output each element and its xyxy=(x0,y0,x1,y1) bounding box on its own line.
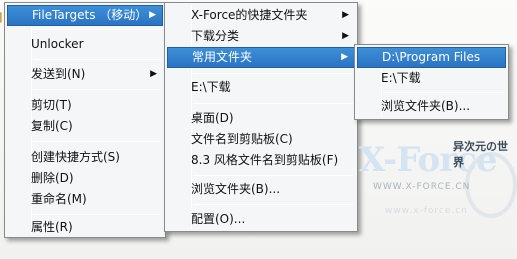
menu-separator xyxy=(193,175,353,176)
menu-separator xyxy=(33,141,161,142)
menu-separator xyxy=(193,103,353,104)
menu-item-label: 配置(O)... xyxy=(191,212,246,226)
menu-item-label: 常用文件夹 xyxy=(192,50,253,64)
menu-item-label: 浏览文件夹(B)... xyxy=(381,99,471,113)
menu-item-label: 文件名到剪贴板(C) xyxy=(191,132,293,146)
menu-item-filetargets[interactable]: FileTargets （移动） ▶ xyxy=(0,5,163,26)
menu-separator xyxy=(33,29,161,30)
menu-item-label: E:\下载 xyxy=(191,80,231,94)
unlocker-icon xyxy=(0,37,1,51)
menu-item-label: 复制(C) xyxy=(31,119,73,133)
menu-item-label: X-Force的快捷文件夹 xyxy=(191,8,308,22)
menu-item-label: 创建快捷方式(S) xyxy=(31,150,120,164)
menu-item-download-categories[interactable]: 下载分类 ▶ xyxy=(167,26,355,47)
menu-item-label: E:\下载 xyxy=(381,71,421,85)
submenu-arrow-icon: ▶ xyxy=(149,10,156,20)
menu-item-browse-folder[interactable]: 浏览文件夹(B)... xyxy=(167,179,355,200)
submenu-arrow-icon: ▶ xyxy=(150,69,157,79)
menu-item-label: 删除(D) xyxy=(31,171,74,185)
menu-item-copy[interactable]: 复制(C) xyxy=(7,116,163,137)
menu-item-filename-to-clipboard[interactable]: 文件名到剪贴板(C) xyxy=(167,129,355,150)
menu-item-xforce-folders[interactable]: X-Force的快捷文件夹 ▶ xyxy=(167,5,355,26)
menu-item-browse-folder[interactable]: 浏览文件夹(B)... xyxy=(357,96,506,117)
menu-item-label: FileTargets （移动） xyxy=(32,8,148,22)
menu-item-label: 剪切(T) xyxy=(31,98,72,112)
submenu-arrow-icon: ▶ xyxy=(342,10,349,20)
menu-item-create-shortcut[interactable]: 创建快捷方式(S) xyxy=(7,147,163,168)
menu-separator xyxy=(33,214,161,215)
menu-separator xyxy=(193,73,353,74)
context-menu: FileTargets （移动） ▶ Unlocker 发送到(N) ▶ 剪切(… xyxy=(0,2,166,238)
menu-item-rename[interactable]: 重命名(M) xyxy=(7,189,163,210)
submenu-arrow-icon: ▶ xyxy=(341,52,348,62)
menu-item-label: 重命名(M) xyxy=(31,192,87,206)
common-folders-submenu: D:\Program Files E:\下载 浏览文件夹(B)... xyxy=(354,44,509,120)
menu-item-configure[interactable]: 配置(O)... xyxy=(167,209,355,230)
menu-item-label: 桌面(D) xyxy=(191,111,234,125)
menu-item-label: 8.3 风格文件名到剪贴板(F) xyxy=(191,153,339,167)
menu-item-label: 属性(R) xyxy=(31,220,73,234)
folder-arrow-icon xyxy=(0,12,2,23)
menu-item-delete[interactable]: 删除(D) xyxy=(7,168,163,189)
menu-item-properties[interactable]: 属性(R) xyxy=(7,217,163,238)
menu-item-e-download[interactable]: E:\下载 xyxy=(167,77,355,98)
menu-item-e-download[interactable]: E:\下载 xyxy=(357,68,506,89)
menu-item-label: D:\Program Files xyxy=(382,50,481,64)
submenu-arrow-icon: ▶ xyxy=(342,31,349,41)
menu-item-83-filename-to-clipboard[interactable]: 8.3 风格文件名到剪贴板(F) xyxy=(167,150,355,171)
menu-item-label: 浏览文件夹(B)... xyxy=(191,182,281,196)
menu-item-program-files[interactable]: D:\Program Files xyxy=(357,47,506,68)
menu-item-common-folders[interactable]: 常用文件夹 ▶ xyxy=(167,47,355,68)
menu-item-cut[interactable]: 剪切(T) xyxy=(7,95,163,116)
filetargets-submenu: X-Force的快捷文件夹 ▶ 下载分类 ▶ 常用文件夹 ▶ E:\下载 桌面(… xyxy=(164,2,358,232)
menu-separator xyxy=(383,92,504,93)
menu-item-desktop[interactable]: 桌面(D) xyxy=(167,108,355,129)
menu-item-unlocker[interactable]: Unlocker xyxy=(7,34,163,55)
menu-separator xyxy=(193,204,353,205)
menu-item-send-to[interactable]: 发送到(N) ▶ xyxy=(7,64,163,85)
menu-separator xyxy=(33,89,161,90)
menu-item-label: Unlocker xyxy=(31,37,84,51)
menu-separator xyxy=(33,59,161,60)
menu-item-label: 下载分类 xyxy=(191,29,240,43)
menu-item-label: 发送到(N) xyxy=(31,67,86,81)
